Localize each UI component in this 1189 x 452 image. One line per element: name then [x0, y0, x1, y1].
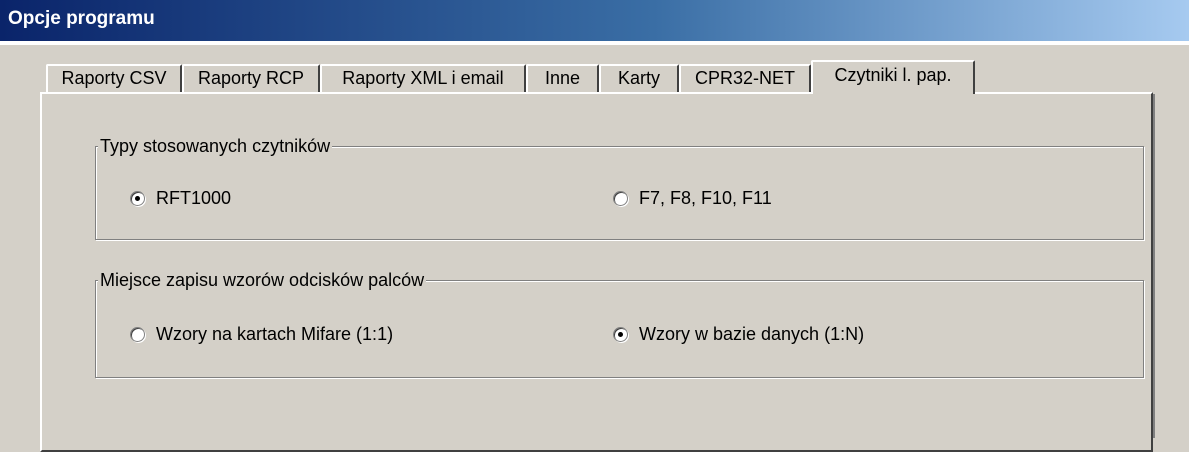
tab-raporty-rcp[interactable]: Raporty RCP: [182, 64, 320, 92]
radio-button-selected[interactable]: [130, 191, 145, 206]
tab-cpr32-net[interactable]: CPR32-NET: [679, 64, 811, 92]
tab-panel: Typy stosowanych czytników RFT1000 F7, F…: [40, 92, 1153, 452]
radio-f7-f8-f10-f11[interactable]: F7, F8, F10, F11: [613, 188, 772, 209]
tab-label: Inne: [544, 68, 581, 88]
tab-label: Raporty RCP: [197, 68, 305, 88]
tab-label: Karty: [617, 68, 660, 88]
tab-label: Raporty XML i email: [342, 68, 504, 88]
radio-dot: [135, 196, 140, 201]
radio-mifare[interactable]: Wzory na kartach Mifare (1:1): [130, 324, 393, 345]
tab-karty[interactable]: Karty: [599, 64, 679, 92]
tab-label: Raporty CSV: [61, 68, 167, 88]
radio-button-selected[interactable]: [613, 327, 628, 342]
radio-rft1000[interactable]: RFT1000: [130, 188, 231, 209]
group-legend: Miejsce zapisu wzorów odcisków palców: [98, 270, 427, 291]
tab-strip: Raporty CSV Raporty RCP Raporty XML i em…: [0, 60, 1189, 94]
tab-label: CPR32-NET: [694, 68, 796, 88]
tab-raporty-xml[interactable]: Raporty XML i email: [320, 64, 526, 92]
tab-inne[interactable]: Inne: [526, 64, 599, 92]
group-reader-types: Typy stosowanych czytników RFT1000 F7, F…: [95, 136, 1144, 240]
tab-raporty-csv[interactable]: Raporty CSV: [46, 64, 182, 92]
panel-shadow: [1153, 94, 1155, 438]
radio-button[interactable]: [130, 327, 145, 342]
tab-label: Czytniki l. pap.: [834, 65, 952, 85]
group-fingerprint-storage: Miejsce zapisu wzorów odcisków palców Wz…: [95, 270, 1144, 378]
tab-czytniki[interactable]: Czytniki l. pap.: [811, 60, 975, 94]
radio-label: F7, F8, F10, F11: [639, 188, 772, 208]
group-legend: Typy stosowanych czytników: [98, 136, 333, 157]
radio-button[interactable]: [613, 191, 628, 206]
radio-label: Wzory na kartach Mifare (1:1): [156, 324, 394, 344]
title-bar[interactable]: Opcje programu: [0, 0, 1189, 41]
radio-label: Wzory w bazie danych (1:N): [639, 324, 865, 344]
radio-database[interactable]: Wzory w bazie danych (1:N): [613, 324, 864, 345]
radio-dot: [618, 332, 623, 337]
radio-label: RFT1000: [156, 188, 232, 208]
window-title: Opcje programu: [8, 8, 155, 29]
title-separator: [0, 41, 1189, 45]
